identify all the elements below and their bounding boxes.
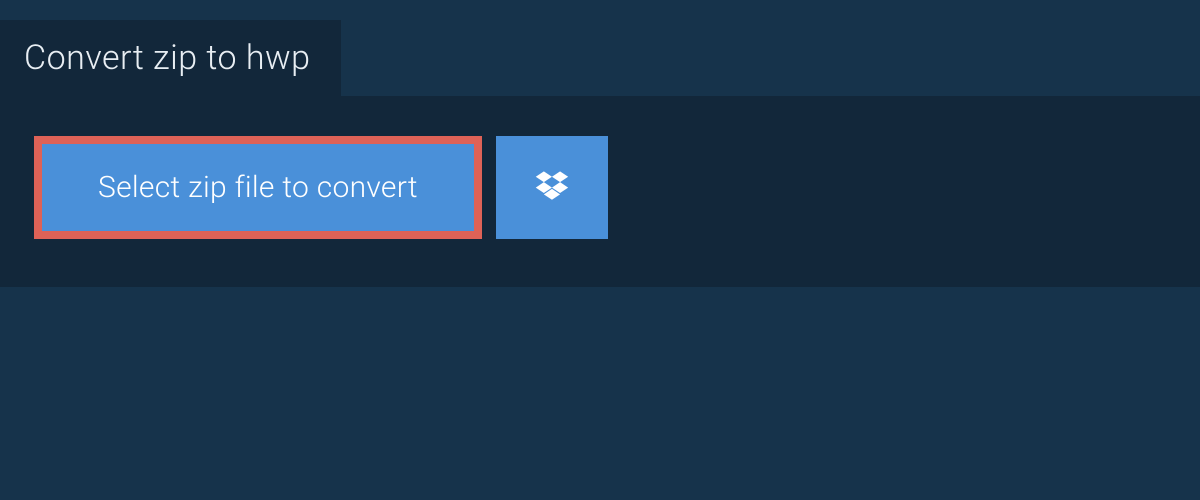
tab-header: Convert zip to hwp	[0, 20, 341, 96]
page-title: Convert zip to hwp	[24, 38, 311, 78]
select-file-button[interactable]: Select zip file to convert	[34, 136, 482, 239]
dropbox-icon	[534, 168, 570, 208]
tab-body: Select zip file to convert	[0, 96, 1200, 287]
select-file-label: Select zip file to convert	[98, 170, 418, 205]
button-row: Select zip file to convert	[34, 136, 1166, 239]
dropbox-button[interactable]	[496, 136, 608, 239]
